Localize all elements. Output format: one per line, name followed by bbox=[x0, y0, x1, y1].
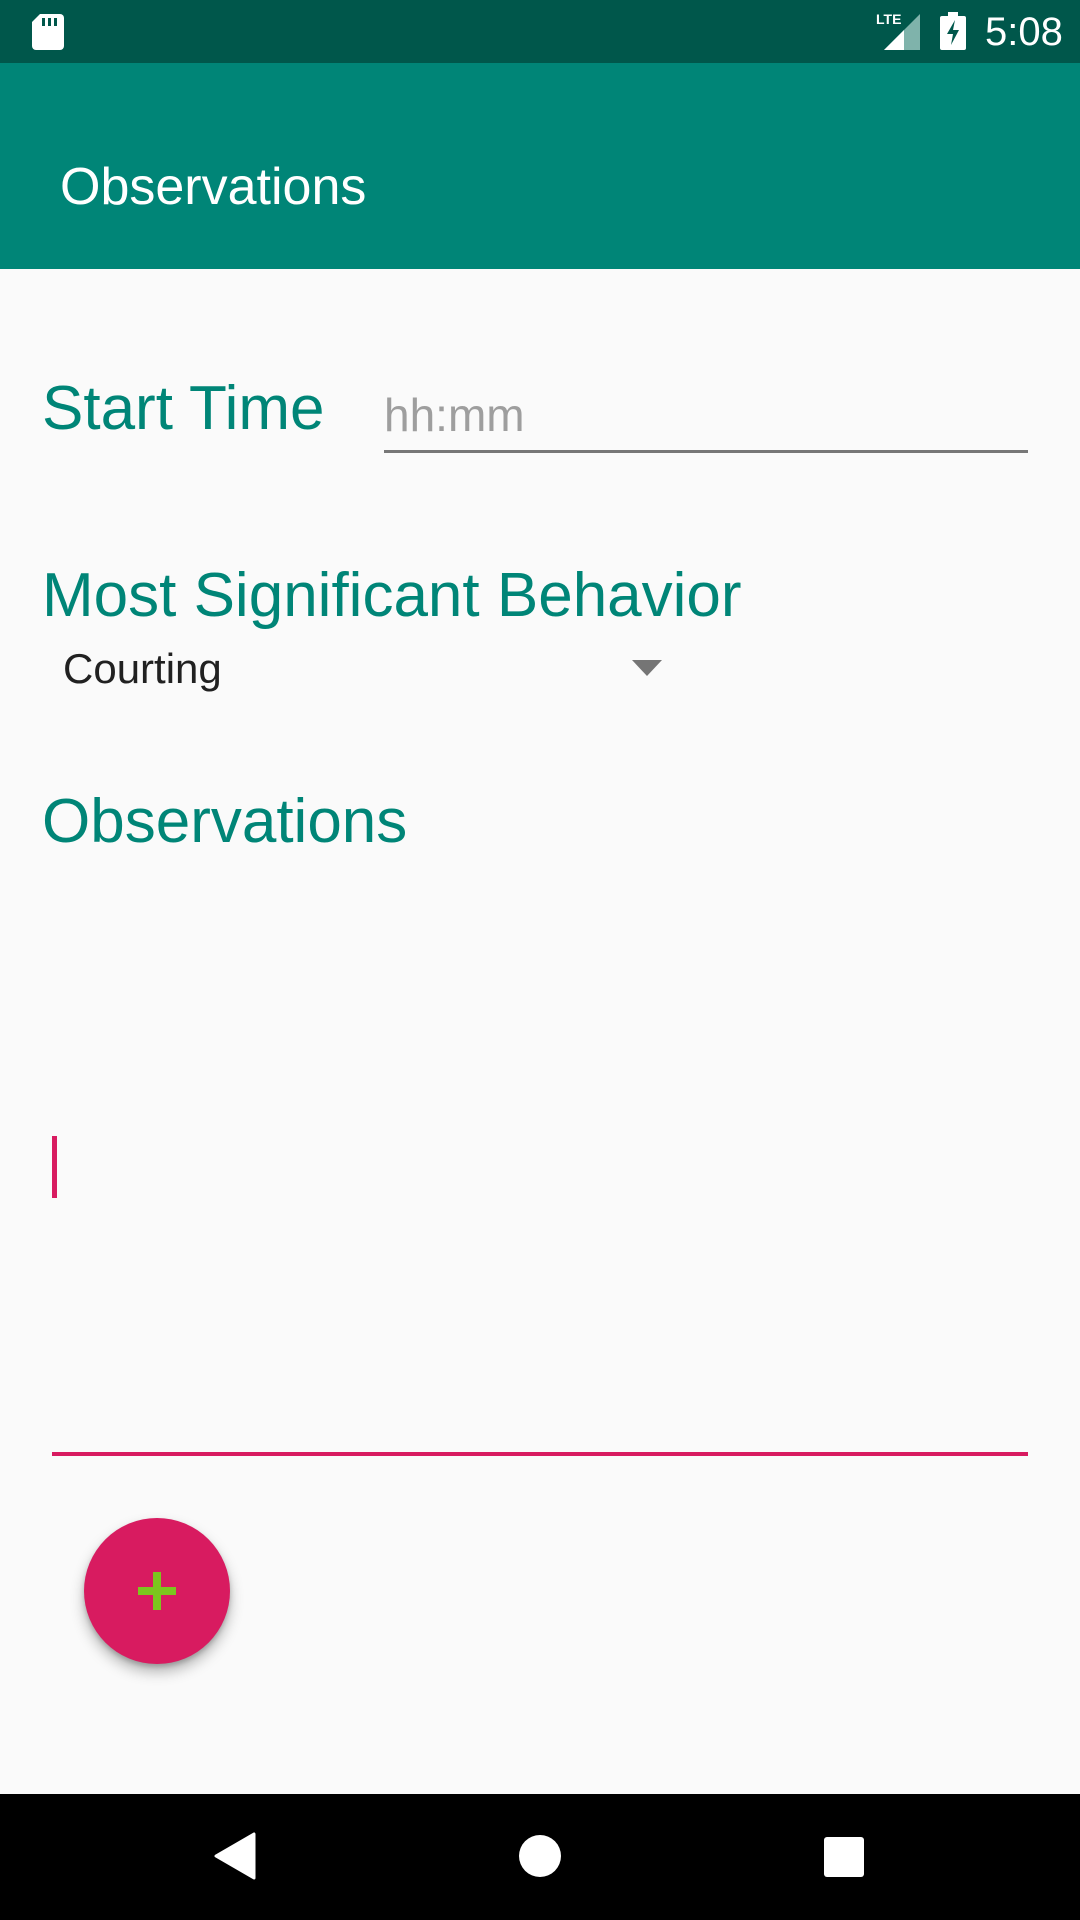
svg-text:LTE: LTE bbox=[876, 11, 901, 27]
status-clock: 5:08 bbox=[985, 10, 1063, 54]
start-time-label: Start Time bbox=[42, 374, 325, 443]
start-time-input[interactable] bbox=[384, 380, 1028, 453]
behavior-selected-value: Courting bbox=[63, 645, 222, 692]
text-cursor bbox=[52, 1136, 57, 1198]
app-bar: Observations bbox=[0, 63, 1080, 269]
observations-input[interactable] bbox=[52, 880, 1028, 1456]
plus-icon bbox=[138, 1572, 176, 1610]
screen: LTE 5:08 Observations Start Time Most Si… bbox=[0, 0, 1080, 1920]
back-icon[interactable] bbox=[214, 1832, 256, 1880]
sd-card-icon bbox=[32, 14, 64, 50]
battery-charging-icon bbox=[940, 12, 966, 50]
behavior-dropdown[interactable]: Courting bbox=[42, 636, 676, 702]
add-button[interactable] bbox=[84, 1518, 230, 1664]
recents-icon[interactable] bbox=[823, 1836, 865, 1878]
navigation-bar bbox=[0, 1794, 1080, 1920]
app-title: Observations bbox=[60, 158, 367, 216]
observations-underline bbox=[52, 1452, 1028, 1456]
status-bar: LTE 5:08 bbox=[0, 0, 1080, 63]
lte-signal-icon: LTE bbox=[876, 11, 920, 50]
dropdown-arrow-icon bbox=[632, 660, 662, 676]
observations-label: Observations bbox=[42, 787, 408, 856]
home-icon[interactable] bbox=[518, 1834, 562, 1878]
behavior-label: Most Significant Behavior bbox=[42, 561, 742, 630]
